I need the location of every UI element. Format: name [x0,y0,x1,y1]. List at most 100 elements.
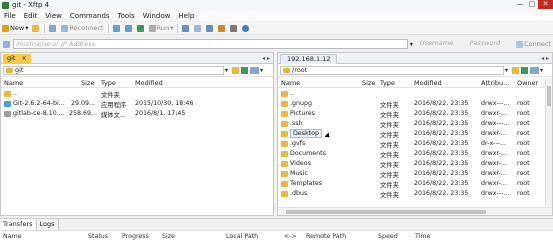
col-type[interactable]: Type [380,79,395,87]
file-owner: root [517,120,530,127]
menu-view[interactable]: View [41,12,66,20]
file-row[interactable]: Music 文件夹 2016/8/22, 23:35 drwxr-... roo… [278,169,552,179]
file-row[interactable]: Pictures 文件夹 2016/8/22, 23:35 drwxr-... … [278,109,552,119]
menu-edit[interactable]: Edit [20,12,42,20]
password-input[interactable]: Password [466,39,514,49]
path-dropdown-icon[interactable]: ▾ [225,67,228,74]
remote-path-input[interactable]: /root [280,66,504,75]
file-owner: root [517,160,530,167]
col-size[interactable]: Size [362,79,375,87]
filter-button[interactable] [216,24,228,32]
file-row[interactable]: gitlab-ce-8.10.... 258.69... 媒体文... 2016… [1,109,273,119]
col-time[interactable]: Time [415,233,430,240]
reconnect-label: Reconnect [69,24,104,32]
folder-button[interactable] [30,24,42,32]
tab-nav-icon[interactable]: ◂ ▸ [541,55,549,62]
new-button[interactable]: New ▾ [0,24,30,32]
remote-horizontal-scrollbar[interactable] [278,207,552,215]
minimize-button[interactable]: — [514,0,526,9]
file-row[interactable]: Desktop 文件夹 2016/8/22, 23:35 drwxr-... r… [278,129,552,139]
view-mode-icon[interactable] [530,67,540,74]
file-attributes: drwxr-... [481,170,507,177]
col-owner[interactable]: Owner [517,79,538,87]
local-path-input[interactable]: git [3,66,224,75]
tab-nav-icon[interactable]: ◂ ▸ [262,55,270,62]
file-row[interactable]: Git-2.6.2-64-bi... 29.09... 应用程序 2015/10… [1,99,273,109]
scroll-thumb[interactable] [286,210,486,214]
hostname-input[interactable]: Hostname or IP Address [12,39,408,49]
tab-transfers[interactable]: Transfers [0,219,37,230]
file-row[interactable]: Videos 文件夹 2016/8/22, 23:35 drwxr-... ro… [278,159,552,169]
refresh-button[interactable] [135,24,147,32]
hostname-dropdown-icon[interactable]: ▾ [408,41,415,48]
run-dropdown-icon[interactable]: ▾ [170,24,173,32]
file-row[interactable]: .gvfs 文件夹 2016/8/22, 23:35 dr-x---... ro… [278,139,552,149]
address-book-icon[interactable] [3,40,10,48]
refresh-icon[interactable] [521,67,529,74]
col-name[interactable]: Name [4,79,23,87]
tab-local-git[interactable]: git × [3,54,31,64]
file-row[interactable]: Documents 文件夹 2016/8/22, 23:35 drwxr-...… [278,149,552,159]
file-row[interactable]: .ssh 文件夹 2016/8/22, 23:35 drwx---... roo… [278,119,552,129]
col-attributes[interactable]: Attribu... [481,79,509,87]
folder-icon [281,141,288,147]
view-dropdown-icon[interactable]: ▾ [540,67,543,74]
maximize-button[interactable]: □ [526,0,538,9]
col-direction[interactable]: <-> [284,233,297,240]
remote-vertical-scrollbar[interactable] [545,78,552,206]
tab-remote-host[interactable]: 192.168.1.12 [280,54,338,64]
view-dropdown-icon[interactable]: ▾ [260,67,263,74]
col-modified[interactable]: Modified [135,79,163,87]
scroll-thumb[interactable] [547,86,551,106]
transfer-column-header: Name Status Progress Size Local Path <->… [0,230,553,240]
upload-button[interactable] [111,24,123,32]
col-speed[interactable]: Speed [378,233,398,240]
col-type[interactable]: Type [101,79,116,87]
download-button[interactable] [123,24,135,32]
connect-button[interactable]: Connect [514,40,553,48]
refresh-icon[interactable] [241,67,249,74]
file-attributes: drwxr-... [481,150,507,157]
col-transfer-name[interactable]: Name [3,233,22,240]
sync-button[interactable] [192,24,204,32]
menu-tools[interactable]: Tools [114,12,139,20]
tab-logs[interactable]: Logs [37,219,59,230]
file-row[interactable]: .dbus 文件夹 2016/8/22, 23:35 drwx---... ro… [278,189,552,199]
toolbar-separator [107,23,109,33]
file-row[interactable]: .. [278,89,552,99]
username-input[interactable]: Username [417,39,467,49]
help-icon [242,24,250,32]
col-modified[interactable]: Modified [414,79,442,87]
view-mode-icon[interactable] [250,67,260,74]
layout-button[interactable] [180,24,192,32]
col-size[interactable]: Size [81,79,94,87]
menu-file[interactable]: File [0,12,20,20]
col-size[interactable]: Size [162,233,175,240]
menu-help[interactable]: Help [174,12,198,20]
close-button[interactable]: ✕ [538,0,553,9]
file-row[interactable]: .gnupg 文件夹 2016/8/22, 23:35 drwx---... r… [278,99,552,109]
properties-button[interactable] [204,24,216,32]
reconnect-button[interactable]: Reconnect [59,24,105,32]
options-button[interactable] [228,24,240,32]
col-local-path[interactable]: Local Path [226,233,258,240]
parent-folder-icon[interactable] [232,67,240,74]
parent-folder-icon[interactable] [512,67,520,74]
menu-window[interactable]: Window [139,12,175,20]
file-row[interactable]: .. 文件夹 [1,89,273,99]
tab-close-icon[interactable]: × [22,55,27,62]
path-dropdown-icon[interactable]: ▾ [505,67,508,74]
file-row[interactable]: Templates 文件夹 2016/8/22, 23:35 drwxr-...… [278,179,552,189]
col-progress[interactable]: Progress [122,233,149,240]
run-button[interactable]: Run ▾ [147,24,176,32]
col-remote-path[interactable]: Remote Path [306,233,346,240]
col-status[interactable]: Status [88,233,108,240]
file-owner: root [517,180,530,187]
new-dropdown-icon[interactable]: ▾ [25,24,28,32]
help-button[interactable] [240,24,252,32]
menu-commands[interactable]: Commands [66,12,114,20]
folder-icon [281,131,288,137]
col-name[interactable]: Name [281,79,300,87]
file-type: 文件夹 [380,132,399,139]
copy-button[interactable] [47,24,59,32]
